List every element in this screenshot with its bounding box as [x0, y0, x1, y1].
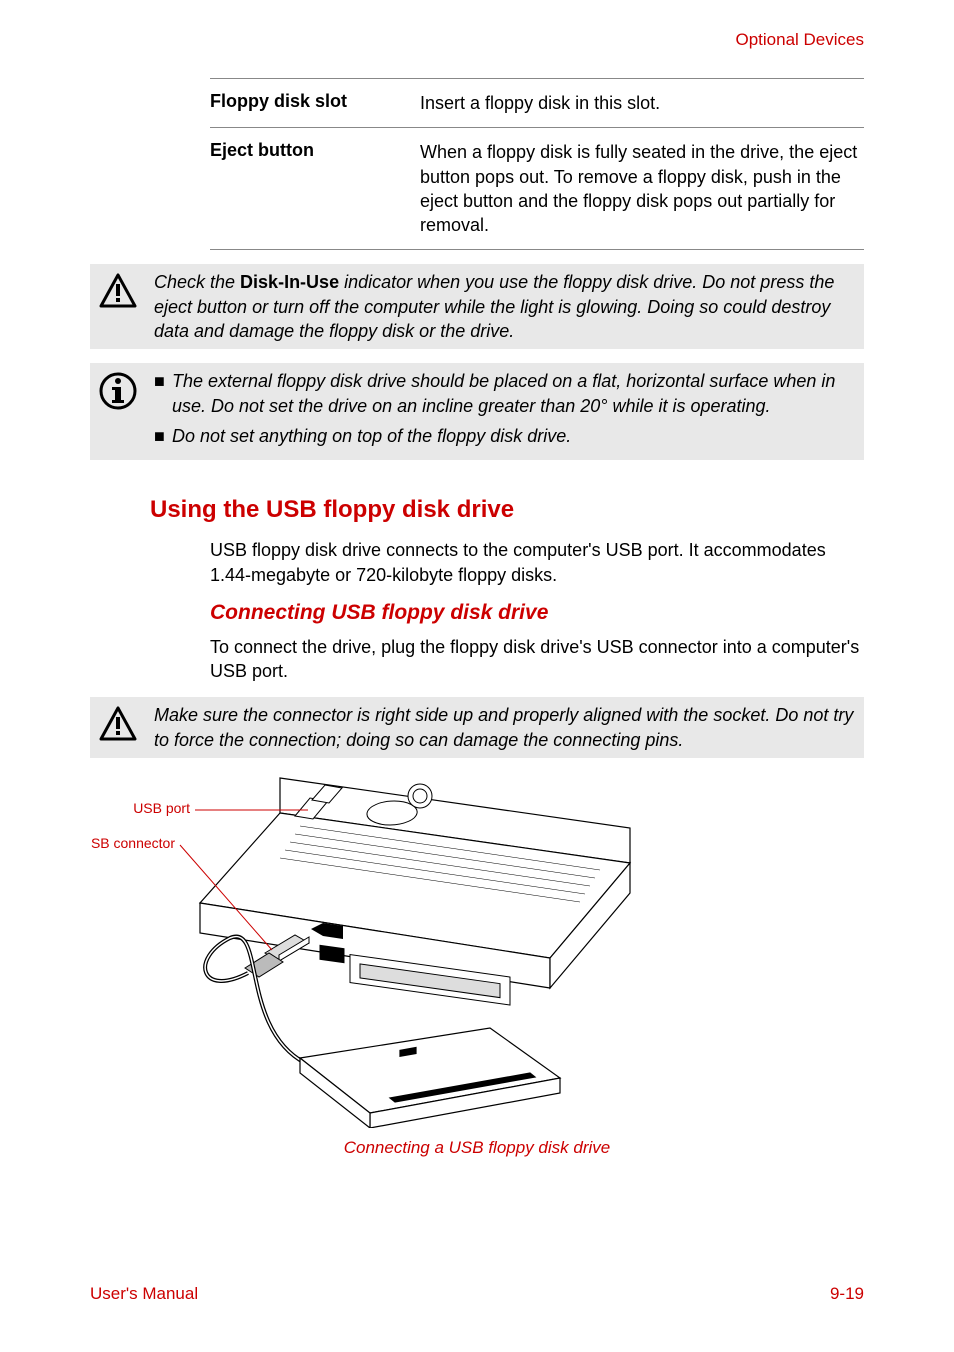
definition-row: Floppy disk slot Insert a floppy disk in…: [210, 79, 864, 128]
caution-text: Make sure the connector is right side up…: [154, 703, 856, 752]
figure-caption: Connecting a USB floppy disk drive: [90, 1138, 864, 1158]
footer-page-number: 9-19: [830, 1284, 864, 1304]
definitions-table: Floppy disk slot Insert a floppy disk in…: [210, 78, 864, 250]
header-section-link: Optional Devices: [90, 30, 864, 50]
warning-icon: [98, 272, 138, 312]
figure: USB port USB connector Connecting a USB …: [90, 768, 864, 1158]
info-block: ■The external floppy disk drive should b…: [90, 363, 864, 460]
section-heading: Using the USB floppy disk drive: [150, 496, 864, 524]
figure-label-usb-connector: USB connector: [90, 835, 175, 851]
definition-row: Eject button When a floppy disk is fully…: [210, 128, 864, 250]
usb-floppy-drive-diagram: USB port USB connector: [90, 768, 650, 1128]
definition-term: Floppy disk slot: [210, 91, 400, 115]
definition-description: When a floppy disk is fully seated in th…: [420, 140, 864, 237]
subsection-body: To connect the drive, plug the floppy di…: [210, 635, 864, 684]
info-text: ■The external floppy disk drive should b…: [154, 369, 856, 454]
caution-block: Make sure the connector is right side up…: [90, 697, 864, 758]
page-footer: User's Manual 9-19: [90, 1284, 864, 1304]
footer-manual-label: User's Manual: [90, 1284, 198, 1304]
definition-description: Insert a floppy disk in this slot.: [420, 91, 864, 115]
definition-term: Eject button: [210, 140, 400, 237]
info-icon: [98, 371, 138, 411]
subsection-heading: Connecting USB floppy disk drive: [210, 601, 864, 625]
section-body: USB floppy disk drive connects to the co…: [210, 538, 864, 587]
caution-text: Check the Disk-In-Use indicator when you…: [154, 270, 856, 343]
warning-icon: [98, 705, 138, 745]
figure-label-usb-port: USB port: [133, 800, 190, 816]
caution-block: Check the Disk-In-Use indicator when you…: [90, 264, 864, 349]
